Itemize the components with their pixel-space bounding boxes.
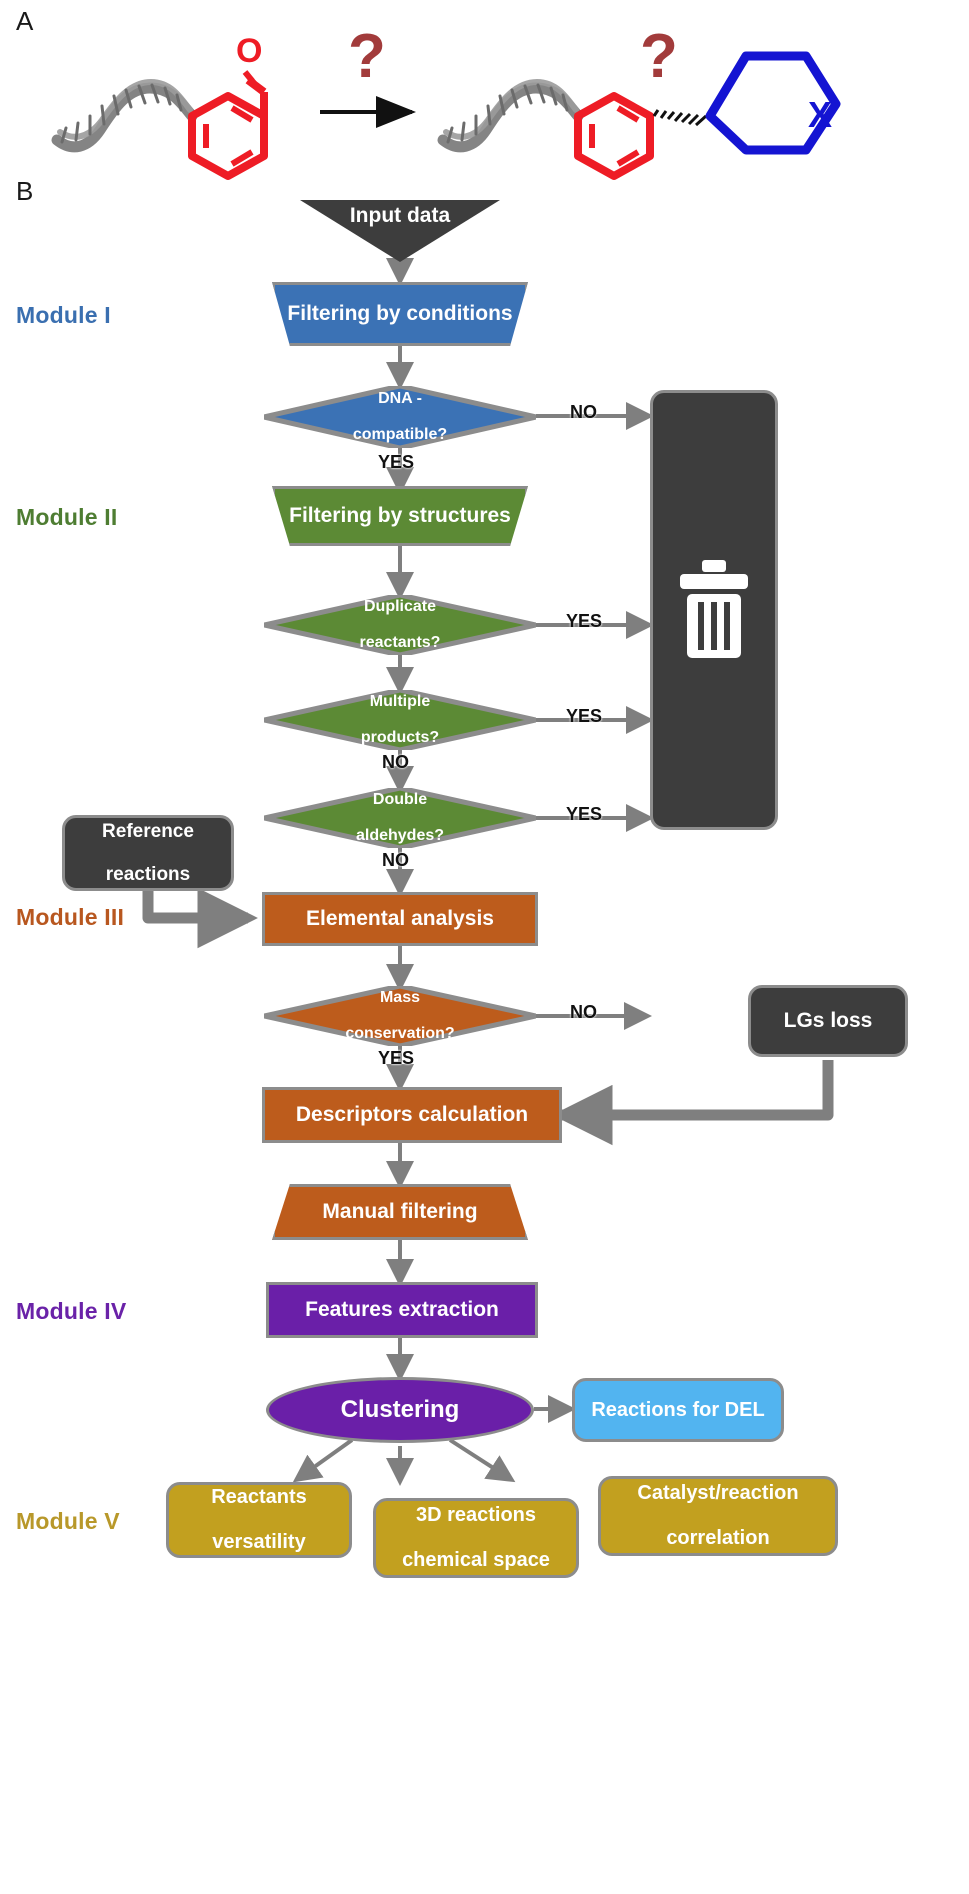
dna-strand-left	[51, 78, 198, 153]
node-manual-filtering[interactable]: Manual filtering	[272, 1184, 528, 1240]
panel-a-reaction-scheme: A O X ? ?	[0, 0, 969, 190]
edge-label-double-no: NO	[382, 850, 409, 870]
node-reference-reactions-label: Reference reactions	[102, 821, 194, 885]
question-mark-reaction: ?	[348, 22, 386, 91]
node-reactions-for-del-label: Reactions for DEL	[591, 1398, 765, 1421]
node-double-aldehydes-label: Double aldehydes?	[355, 791, 445, 844]
node-duplicate-reactants-label: Duplicate reactants?	[359, 598, 441, 651]
module-label-iv: Module IV	[16, 1298, 127, 1324]
node-3d-chemical-space-label: 3D reactions chemical space	[402, 1504, 550, 1572]
node-features-extraction-label: Features extraction	[305, 1298, 499, 1322]
node-double-aldehydes-decision[interactable]: Double aldehydes?	[264, 788, 536, 848]
node-reactants-versatility-label: Reactants versatility	[211, 1486, 307, 1554]
edge-label-multiple-no: NO	[382, 752, 409, 772]
node-multiple-products-label: Multiple products?	[360, 693, 440, 746]
node-multiple-products-decision[interactable]: Multiple products?	[264, 690, 536, 750]
edge-label-mass-yes: YES	[378, 1048, 415, 1068]
node-duplicate-reactants-decision[interactable]: Duplicate reactants?	[264, 595, 536, 655]
node-features-extraction[interactable]: Features extraction	[266, 1282, 538, 1338]
node-elemental-analysis-label: Elemental analysis	[306, 907, 494, 931]
node-reactions-for-del[interactable]: Reactions for DEL	[572, 1378, 784, 1442]
edge-label-multiple-yes: YES	[566, 706, 603, 726]
node-lgs-loss[interactable]: LGs loss	[748, 985, 908, 1057]
node-dna-compatible-decision[interactable]: DNA - compatible?	[264, 386, 536, 448]
edge-label-dna-yes: YES	[378, 452, 415, 472]
module-label-iii: Module III	[16, 904, 125, 930]
benzene-ring-left	[188, 92, 268, 180]
heteroatom-x-label: X	[808, 94, 832, 135]
node-reference-reactions[interactable]: Reference reactions	[62, 815, 234, 891]
trash-bin-icon	[680, 560, 748, 658]
node-clustering-label: Clustering	[340, 1395, 460, 1423]
reaction-scheme-svg: O X	[51, 32, 841, 180]
module-label-i: Module I	[16, 302, 111, 328]
question-mark-stereo: ?	[640, 22, 678, 91]
aldehyde-oxygen-label: O	[236, 32, 262, 70]
node-reactants-versatility[interactable]: Reactants versatility	[166, 1482, 352, 1558]
node-manual-filtering-label: Manual filtering	[322, 1200, 478, 1224]
node-dna-compatible-label: DNA - compatible?	[352, 390, 448, 443]
node-catalyst-reaction-correlation[interactable]: Catalyst/reaction correlation	[598, 1476, 838, 1556]
node-lgs-loss-label: LGs loss	[783, 1009, 873, 1033]
node-descriptors-calculation[interactable]: Descriptors calculation	[262, 1087, 562, 1143]
node-filtering-by-structures[interactable]: Filtering by structures	[272, 486, 528, 546]
edge-label-duplicate-yes: YES	[566, 611, 603, 631]
node-clustering[interactable]: Clustering	[266, 1377, 534, 1443]
hashed-bond	[652, 109, 708, 127]
node-filtering-by-structures-label: Filtering by structures	[289, 504, 511, 528]
panel-b-letter: B	[16, 176, 34, 206]
node-3d-chemical-space[interactable]: 3D reactions chemical space	[373, 1498, 579, 1578]
node-input-data[interactable]: Input data	[300, 200, 500, 262]
node-catalyst-reaction-correlation-label: Catalyst/reaction correlation	[637, 1482, 799, 1550]
module-label-ii: Module II	[16, 504, 118, 530]
edge-label-double-yes: YES	[566, 804, 603, 824]
edge-label-mass-no: NO	[570, 1002, 597, 1022]
node-descriptors-calculation-label: Descriptors calculation	[295, 1103, 529, 1127]
module-label-v: Module V	[16, 1508, 120, 1534]
node-elemental-analysis[interactable]: Elemental analysis	[262, 892, 538, 946]
node-input-data-label: Input data	[349, 204, 451, 227]
panel-b-workflow: B Module I Module II Module III Module I…	[0, 176, 969, 1894]
edge-label-dna-no: NO	[570, 402, 597, 422]
node-mass-conservation-label: Mass conservation?	[345, 989, 455, 1042]
node-filtering-by-conditions-label: Filtering by conditions	[287, 302, 513, 326]
benzene-ring-right	[574, 92, 654, 180]
dna-strand-right	[437, 78, 584, 153]
node-mass-conservation-decision[interactable]: Mass conservation?	[264, 986, 536, 1046]
node-filtering-by-conditions[interactable]: Filtering by conditions	[272, 282, 528, 346]
